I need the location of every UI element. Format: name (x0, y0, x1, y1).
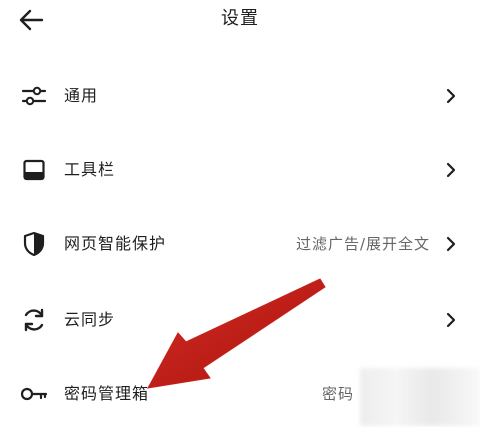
settings-item-label: 密码管理箱 (64, 384, 150, 403)
page-title: 设置 (221, 8, 259, 29)
settings-item-label: 网页智能保护 (64, 234, 167, 253)
chevron-right-icon (444, 234, 458, 254)
chevron-right-icon (444, 310, 458, 330)
settings-item-cloud-sync[interactable]: 云同步 (0, 296, 480, 344)
settings-item-value: 密码 (321, 385, 354, 403)
sync-icon (20, 306, 48, 334)
settings-item-label: 通用 (64, 86, 99, 105)
settings-item-web-protection[interactable]: 网页智能保护 过滤广告/展开全文 (0, 220, 480, 268)
shield-icon (20, 230, 48, 258)
settings-item-toolbar[interactable]: 工具栏 (0, 146, 480, 194)
chevron-right-icon (444, 86, 458, 106)
header: 设置 (0, 0, 480, 40)
settings-page: 设置 通用 工具栏 网页智能保护 过滤广告/展开全文 云同步 密码管理箱 密码 (0, 0, 480, 427)
annotation-arrow (147, 278, 326, 389)
toolbar-icon (20, 156, 48, 184)
sliders-icon (20, 82, 48, 110)
settings-item-label: 云同步 (64, 310, 116, 329)
settings-item-label: 工具栏 (64, 160, 116, 179)
settings-item-value: 过滤广告/展开全文 (295, 235, 430, 253)
key-icon (20, 380, 48, 408)
chevron-right-icon (444, 160, 458, 180)
obscured-region (360, 368, 480, 426)
settings-item-general[interactable]: 通用 (0, 72, 480, 120)
